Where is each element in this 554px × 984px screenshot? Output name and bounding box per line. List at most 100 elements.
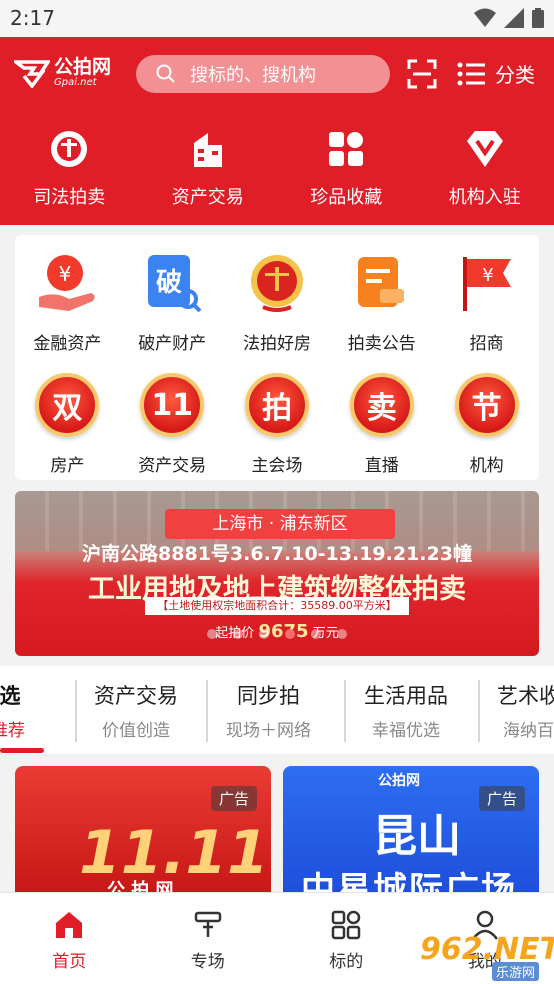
grid-item-main-venue[interactable]: 拍 主会场 — [225, 373, 330, 476]
topnav-judicial-auction[interactable]: 司法拍卖 — [0, 127, 139, 209]
category-button[interactable]: 分类 — [457, 59, 535, 88]
grid-label: 房产 — [50, 456, 85, 476]
status-time: 2:17 — [10, 6, 55, 30]
feed-card-ad[interactable]: 公拍网 广告 昆山 中星城际广场 — [283, 766, 539, 906]
eleven-badge-icon: 11 — [140, 373, 205, 437]
nav-home[interactable]: 首页 — [0, 893, 139, 984]
logo-text: 公拍网 — [54, 56, 112, 78]
home-icon — [56, 912, 83, 938]
tab-divider — [478, 680, 480, 742]
scan-icon[interactable] — [407, 59, 437, 89]
banner-pagination[interactable] — [15, 629, 539, 639]
tab-divider — [206, 680, 208, 742]
nav-label: 专场 — [190, 952, 225, 972]
site-watermark: 962.NET 乐游网 — [418, 932, 554, 984]
tab-title: 艺术收 — [497, 684, 554, 708]
finance-yen-hand-icon: ¥ — [39, 255, 95, 311]
banner-dot[interactable] — [337, 629, 347, 639]
sell-badge-icon: 卖 — [349, 373, 414, 437]
grid-label: 拍卖公告 — [347, 334, 416, 354]
grid-item-bankruptcy[interactable]: 破 破产财产 — [120, 251, 225, 354]
tab-divider — [344, 680, 346, 742]
banner-address: 沪南公路8881号3.6.7.10-13.19.21.23幢 — [82, 543, 472, 565]
active-tab-indicator — [0, 748, 44, 753]
banner-dot[interactable] — [285, 629, 295, 639]
status-bar: 2:17 — [0, 0, 554, 37]
court-emblem-icon — [250, 255, 303, 312]
svg-text:¥: ¥ — [482, 265, 493, 286]
grid-item-auction-notice[interactable]: 拍卖公告 — [329, 251, 434, 354]
nav-label: 标的 — [329, 952, 364, 972]
category-grid: ¥ 金融资产 破 破产财产 法拍好房 拍卖公告 ¥ 招商 双 房产 11 资产交… — [15, 235, 539, 480]
battery-icon — [532, 8, 544, 28]
building-icon — [193, 133, 222, 167]
gpai-logo-icon — [14, 59, 50, 88]
app-logo[interactable]: 公拍网 Gpai.net — [14, 57, 111, 88]
card-city: 昆山 — [373, 811, 461, 862]
tab-subtitle: 幸福优选 — [372, 721, 440, 741]
tab-featured[interactable]: 精选 您推荐 — [0, 680, 25, 741]
search-icon — [156, 64, 175, 83]
topnav-label: 机构入驻 — [448, 187, 521, 208]
tab-title: 同步拍 — [237, 684, 300, 708]
grid-label: 资产交易 — [138, 456, 207, 476]
grid-item-asset-trading[interactable]: 11 资产交易 — [120, 373, 225, 476]
notice-doc-icon — [357, 257, 404, 307]
tab-daily-goods[interactable]: 生活用品 幸福优选 — [364, 680, 448, 741]
grid-item-investment[interactable]: ¥ 招商 — [434, 251, 539, 354]
grid-label: 法拍好房 — [242, 334, 311, 354]
tab-subtitle: 海纳百 — [503, 721, 554, 741]
tab-subtitle: 您推荐 — [0, 721, 25, 741]
topnav-collectibles[interactable]: 珍品收藏 — [277, 127, 416, 209]
bankruptcy-icon: 破 — [148, 255, 202, 313]
grid-item-institution[interactable]: 节 机构 — [434, 373, 539, 476]
diamond-v-icon — [466, 131, 503, 167]
banner-area-note: 【土地使用权宗地面积合计：35589.00平方米】 — [145, 597, 409, 615]
grid-item-real-estate[interactable]: 双 房产 — [15, 373, 120, 476]
ad-badge: 广告 — [210, 786, 257, 811]
topnav-institution-join[interactable]: 机构入驻 — [416, 127, 554, 209]
card-logo: 公拍网 — [378, 773, 420, 789]
grid-label: 金融资产 — [33, 334, 102, 354]
topnav-label: 司法拍卖 — [33, 187, 106, 208]
grid-label: 主会场 — [251, 456, 303, 476]
banner-location: 上海市 · 浦东新区 — [165, 509, 395, 539]
banner-dot[interactable] — [259, 629, 269, 639]
banner-dot[interactable] — [233, 629, 243, 639]
grid-label: 机构 — [469, 456, 504, 476]
tab-subtitle: 现场＋网络 — [226, 721, 311, 741]
topnav-label: 珍品收藏 — [310, 187, 383, 208]
header: 公拍网 Gpai.net 搜标的、搜机构 分类 司法拍卖 资产交易 珍品收藏 机… — [0, 37, 554, 225]
system-icons — [474, 8, 544, 28]
search-input[interactable]: 搜标的、搜机构 — [136, 55, 390, 93]
signal-icon — [504, 8, 524, 28]
tab-art[interactable]: 艺术收 海纳百 — [497, 680, 554, 741]
list-icon — [457, 62, 485, 85]
grid-label: 破产财产 — [138, 334, 207, 354]
grid-item-live[interactable]: 卖 直播 — [329, 373, 434, 476]
logo-domain: Gpai.net — [54, 77, 97, 88]
feed-tabs: 精选 您推荐 资产交易 价值创造 同步拍 现场＋网络 生活用品 幸福优选 艺术收… — [0, 666, 554, 754]
grid-item-financial-assets[interactable]: ¥ 金融资产 — [15, 251, 120, 354]
tab-sync-auction[interactable]: 同步拍 现场＋网络 — [226, 680, 311, 741]
nav-label: 首页 — [52, 952, 87, 972]
feed-list: 广告 11.11 公 拍 网 公拍网 广告 昆山 中星城际广场 — [0, 754, 554, 906]
search-placeholder: 搜标的、搜机构 — [190, 65, 316, 86]
tab-title: 资产交易 — [94, 684, 178, 708]
collection-grid-icon — [329, 132, 364, 166]
promo-banner[interactable]: 上海市 · 浦东新区 沪南公路8881号3.6.7.10-13.19.21.23… — [15, 491, 539, 656]
ad-badge: 广告 — [478, 786, 525, 811]
auction-badge-icon: 拍 — [244, 373, 309, 437]
category-label: 分类 — [495, 63, 535, 87]
banner-dot[interactable] — [311, 629, 321, 639]
tab-asset-trading[interactable]: 资产交易 价值创造 — [94, 680, 178, 741]
grid-item-court-housing[interactable]: 法拍好房 — [225, 251, 330, 354]
feed-card-ad[interactable]: 广告 11.11 公 拍 网 — [15, 766, 271, 906]
topnav-asset-trading[interactable]: 资产交易 — [139, 127, 278, 209]
banner-dot[interactable] — [207, 629, 217, 639]
grid-label: 招商 — [469, 334, 504, 354]
nav-special[interactable]: 专场 — [139, 893, 278, 984]
grid-apps-icon — [332, 910, 361, 940]
grid-row-2: 双 房产 11 资产交易 拍 主会场 卖 直播 节 机构 — [15, 373, 539, 476]
nav-items[interactable]: 标的 — [277, 893, 416, 984]
